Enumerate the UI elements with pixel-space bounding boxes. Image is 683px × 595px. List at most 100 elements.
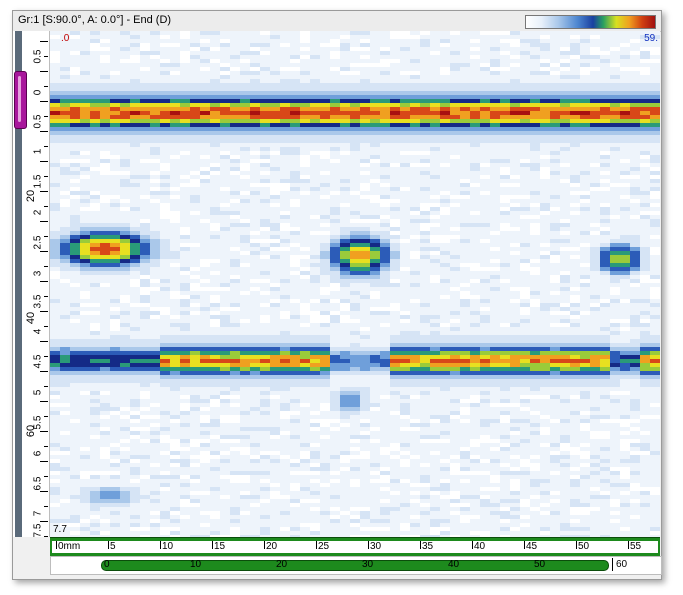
scan-cell <box>590 175 600 179</box>
scan-cell <box>290 287 300 291</box>
scan-cell <box>300 139 310 143</box>
scan-cell <box>370 115 380 119</box>
scan-cell <box>320 391 330 395</box>
scan-cell <box>240 215 250 219</box>
scan-cell <box>580 203 590 207</box>
scan-cell <box>420 259 430 263</box>
scan-cell <box>90 51 100 55</box>
scan-cell <box>520 83 530 87</box>
scan-cell <box>470 231 480 235</box>
scan-cell <box>470 43 480 47</box>
scan-cell <box>650 95 660 99</box>
scan-cell <box>360 67 370 71</box>
ruler-tick <box>44 176 48 177</box>
scan-cell <box>380 123 390 127</box>
scan-cell <box>210 111 220 115</box>
scan-cell <box>520 219 530 223</box>
scan-cell <box>620 143 630 147</box>
scan-cell <box>70 151 80 155</box>
scan-cell <box>400 235 410 239</box>
bscan-plot[interactable]: .0 59. 7.7 <box>50 31 660 537</box>
scan-cell <box>280 243 290 247</box>
scan-cell <box>550 115 560 119</box>
scan-cell <box>590 171 600 175</box>
scan-cell <box>60 375 70 379</box>
scan-cell <box>160 83 170 87</box>
scan-cell <box>480 315 490 319</box>
scan-cell <box>290 151 300 155</box>
scan-cell <box>530 51 540 55</box>
scan-cell <box>500 63 510 67</box>
color-palette[interactable] <box>525 15 656 29</box>
scan-cell <box>210 31 220 35</box>
scan-cell <box>570 131 580 135</box>
scan-cell <box>190 123 200 127</box>
scan-cell <box>230 259 240 263</box>
scan-cell <box>140 271 150 275</box>
scan-cell <box>180 235 190 239</box>
scan-cell <box>400 115 410 119</box>
scan-cell <box>420 91 430 95</box>
scan-cell <box>130 135 140 139</box>
scan-cell <box>210 283 220 287</box>
scan-cell <box>310 283 320 287</box>
scan-cell <box>510 187 520 191</box>
scan-cell <box>350 107 360 111</box>
scan-cell <box>160 219 170 223</box>
scan-cell <box>540 99 550 103</box>
scan-cell <box>450 83 460 87</box>
scan-cell <box>530 295 540 299</box>
scan-cell <box>180 115 190 119</box>
depth-ruler[interactable]: 0.5 0 0.5 1 1.5 2 2.5 3 3.5 4 4.5 5 5.5 6 6.5 7 7.5 20 40 6… <box>13 31 50 537</box>
scan-cell <box>570 95 580 99</box>
scan-cell <box>490 175 500 179</box>
scan-cell <box>570 331 580 335</box>
scan-cell <box>260 359 270 363</box>
scan-cell <box>640 383 650 387</box>
scan-cell <box>420 179 430 183</box>
scan-cell <box>260 135 270 139</box>
scan-cell <box>360 35 370 39</box>
scan-cell <box>360 191 370 195</box>
scan-cell <box>80 363 90 367</box>
scan-cell <box>250 383 260 387</box>
scan-cell <box>60 179 70 183</box>
scan-cell <box>140 279 150 283</box>
scan-cell <box>350 55 360 59</box>
scan-cell <box>630 187 640 191</box>
scan-cell <box>170 355 180 359</box>
scan-cell <box>330 363 340 367</box>
scan-cell <box>390 371 400 375</box>
scan-cell <box>310 307 320 311</box>
scan-cell <box>140 111 150 115</box>
scan-cell <box>590 191 600 195</box>
scan-cell <box>240 159 250 163</box>
scan-cell <box>470 187 480 191</box>
scan-cell <box>420 387 430 391</box>
scan-cell <box>450 299 460 303</box>
scan-cell <box>410 331 420 335</box>
scan-cell <box>190 199 200 203</box>
scan-cell <box>60 195 70 199</box>
scan-cell <box>240 311 250 315</box>
scan-cell <box>190 195 200 199</box>
scan-cell <box>130 35 140 39</box>
depth-cursor-handle[interactable] <box>14 71 27 129</box>
scan-cell <box>80 347 90 351</box>
scan-cell <box>380 363 390 367</box>
scan-cell <box>560 383 570 387</box>
scan-cell <box>90 183 100 187</box>
scan-cell <box>520 247 530 251</box>
scan-cell <box>60 259 70 263</box>
scan-cell <box>610 347 620 351</box>
scan-cell <box>520 51 530 55</box>
scan-cell <box>60 151 70 155</box>
scan-cell <box>620 371 630 375</box>
scan-cell <box>490 311 500 315</box>
scan-cell <box>390 267 400 271</box>
scan-cell <box>200 295 210 299</box>
scan-cell <box>150 343 160 347</box>
scan-cell <box>510 115 520 119</box>
scan-cell <box>410 187 420 191</box>
scan-cell <box>160 335 170 339</box>
